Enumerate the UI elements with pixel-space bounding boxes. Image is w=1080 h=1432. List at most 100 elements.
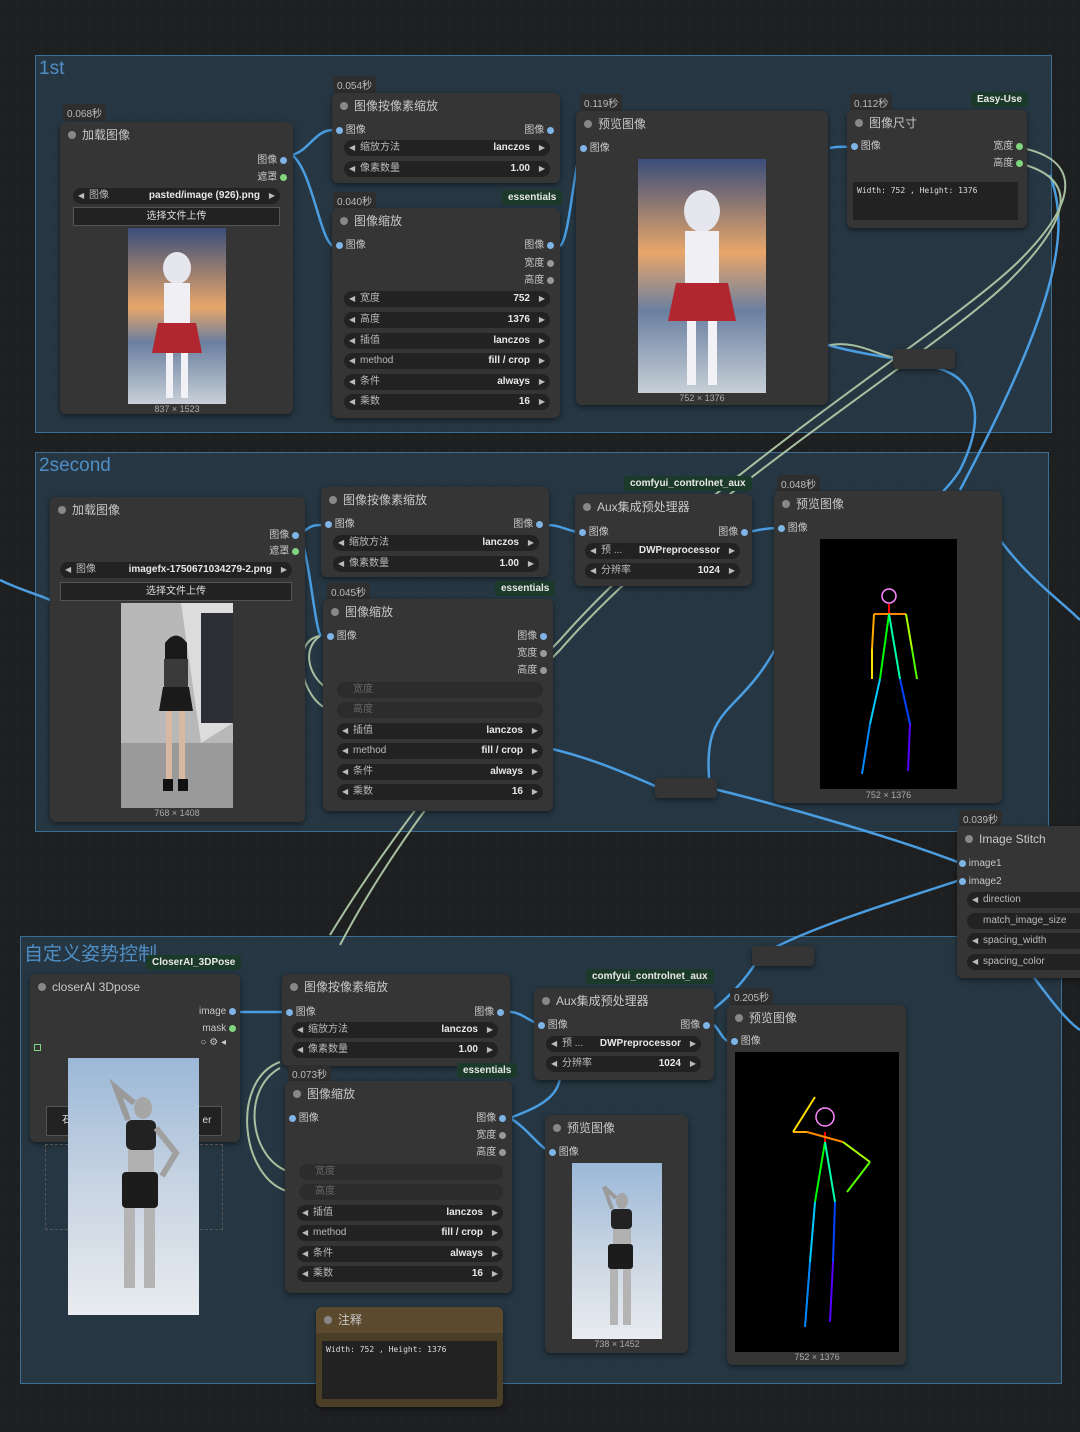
image-select[interactable]: ◀ 图像 pasted/image (926).png ▶ (73, 188, 280, 204)
match-image-size-toggle[interactable]: match_image_size (967, 913, 1080, 929)
reroute-node[interactable] (893, 349, 955, 369)
input-image[interactable]: 图像 (580, 142, 610, 156)
interpolation-select[interactable]: ◀ 插值 lanczos ▶ (297, 1205, 503, 1221)
scale-method-select[interactable]: ◀ 缩放方法 lanczos ▶ (292, 1022, 498, 1038)
input-image[interactable]: 图像 (336, 239, 366, 253)
output-image[interactable]: 图像 (524, 124, 554, 138)
width-input-linked[interactable]: 宽度 (299, 1164, 503, 1180)
preview-image-node[interactable]: 预览图像 图像 752 × 1376 (576, 111, 828, 405)
input-image[interactable]: 图像 (851, 140, 881, 154)
upload-button[interactable]: 选择文件上传 (60, 582, 292, 601)
multiple-input[interactable]: ◀ 乘数 16 ▶ (297, 1266, 503, 1282)
image-scale-by-pixels-node[interactable]: 图像按像素缩放 图像 图像 ◀ 缩放方法 lanczos ▶ ◀ 像素数量 1.00 ▶ (282, 974, 510, 1066)
load-image-node[interactable]: 加载图像 图像 遮罩 ◀ 图像 imagefx-1750671034279-2.pn… (50, 497, 305, 822)
output-image[interactable]: 图像 (680, 1019, 710, 1033)
aux-preprocessor-node[interactable]: Aux集成预处理器 图像 图像 ◀ 预 ... DWPreprocessor ▶ ◀ 分… (575, 494, 752, 586)
method-select[interactable]: ◀ method fill / crop ▶ (344, 353, 550, 369)
output-image[interactable]: 图像 (517, 630, 547, 644)
output-image[interactable]: 图像 (718, 526, 748, 540)
output-height[interactable]: 高度 (524, 274, 554, 288)
condition-select[interactable]: ◀ 条件 always ▶ (297, 1246, 503, 1262)
spacing-width-input[interactable]: ◀ spacing_width (967, 933, 1080, 949)
height-input-linked[interactable]: 高度 (299, 1184, 503, 1200)
interpolation-select[interactable]: ◀ 插值 lanczos ▶ (344, 333, 550, 349)
multiple-input[interactable]: ◀ 乘数 16 ▶ (344, 394, 550, 410)
input-image2[interactable]: image2 (959, 875, 1002, 889)
optional-input[interactable] (34, 1044, 41, 1051)
input-image[interactable]: 图像 (778, 522, 808, 536)
upload-button[interactable]: 选择文件上传 (73, 207, 280, 226)
image-size-caption: 768 × 1408 (154, 808, 200, 818)
input-image[interactable]: 图像 (579, 526, 609, 540)
megapixels-input[interactable]: ◀ 像素数量 1.00 ▶ (344, 161, 550, 177)
input-image1[interactable]: image1 (959, 857, 1002, 871)
resolution-input[interactable]: ◀ 分辨率 1024 ▶ (546, 1056, 701, 1072)
output-mask[interactable]: 遮罩 (269, 545, 299, 559)
multiple-input[interactable]: ◀ 乘数 16 ▶ (337, 784, 543, 800)
preprocessor-select[interactable]: ◀ 预 ... DWPreprocessor ▶ (546, 1036, 701, 1052)
method-select[interactable]: ◀ method fill / crop ▶ (297, 1225, 503, 1241)
condition-select[interactable]: ◀ 条件 always ▶ (344, 374, 550, 390)
preprocessor-select[interactable]: ◀ 预 ... DWPreprocessor ▶ (585, 543, 740, 559)
toolbar-icons[interactable]: ○ ⚙ ◂ (200, 1036, 226, 1050)
input-image[interactable]: 图像 (327, 630, 357, 644)
image-resize-node[interactable]: 图像缩放 图像 图像 宽度 高度 ◀ 宽度 752 ▶ ◀ 高度 1376 ▶ ◀ 插值 lan… (332, 208, 560, 418)
resolution-input[interactable]: ◀ 分辨率 1024 ▶ (585, 563, 740, 579)
input-image[interactable]: 图像 (289, 1112, 319, 1126)
output-image[interactable]: 图像 (513, 518, 543, 532)
output-mask[interactable]: 遮罩 (257, 171, 287, 185)
reroute-node[interactable] (752, 946, 814, 966)
direction-select[interactable]: ◀ direction (967, 892, 1080, 908)
3d-mannequin-image[interactable] (68, 1058, 199, 1315)
image-scale-by-pixels-node[interactable]: 图像按像素缩放 图像 图像 ◀ 缩放方法 lanczos ▶ ◀ 像素数量 1.00 ▶ (321, 487, 549, 577)
aux-preprocessor-node[interactable]: Aux集成预处理器 图像 图像 ◀ 预 ... DWPreprocessor ▶ ◀ 分… (534, 988, 714, 1080)
output-image[interactable]: 图像 (474, 1006, 504, 1020)
input-image[interactable]: 图像 (538, 1019, 568, 1033)
size-text-output[interactable]: Width: 752 , Height: 1376 (853, 182, 1018, 220)
height-input-linked[interactable]: 高度 (337, 702, 543, 718)
megapixels-input[interactable]: ◀ 像素数量 1.00 ▶ (333, 556, 539, 572)
height-input[interactable]: ◀ 高度 1376 ▶ (344, 312, 550, 328)
output-width[interactable]: 宽度 (517, 647, 547, 661)
output-mask[interactable]: mask (202, 1022, 236, 1036)
input-image[interactable]: 图像 (286, 1006, 316, 1020)
image-select[interactable]: ◀ 图像 imagefx-1750671034279-2.png ▶ (60, 562, 292, 578)
width-input-linked[interactable]: 宽度 (337, 682, 543, 698)
output-width[interactable]: 宽度 (993, 140, 1023, 154)
image-resize-node[interactable]: 图像缩放 图像 图像 宽度 高度 宽度 高度 ◀ 插值 lanczos ▶ ◀ meth… (285, 1081, 512, 1293)
spacing-color-select[interactable]: ◀ spacing_color (967, 954, 1080, 970)
execution-time: 0.045秒 (327, 583, 371, 600)
megapixels-input[interactable]: ◀ 像素数量 1.00 ▶ (292, 1042, 498, 1058)
output-height[interactable]: 高度 (476, 1146, 506, 1160)
output-image[interactable]: 图像 (257, 154, 287, 168)
note-node[interactable]: 注释 Width: 752 , Height: 1376 (316, 1307, 503, 1407)
input-image[interactable]: 图像 (731, 1035, 761, 1049)
width-input[interactable]: ◀ 宽度 752 ▶ (344, 291, 550, 307)
input-image[interactable]: 图像 (549, 1146, 579, 1160)
output-width[interactable]: 宽度 (476, 1129, 506, 1143)
image-scale-by-pixels-node[interactable]: 图像按像素缩放 图像 图像 ◀ 缩放方法 lanczos ▶ ◀ 像素数量 1.00 ▶ (332, 93, 560, 183)
reroute-node[interactable] (655, 778, 717, 798)
load-image-node[interactable]: 加载图像 图像 遮罩 ◀ 图像 pasted/image (926).png ▶ 选择… (60, 122, 293, 414)
preview-image-node[interactable]: 预览图像 图像 738 × 1452 (545, 1115, 688, 1353)
image-resize-node[interactable]: 图像缩放 图像 图像 宽度 高度 宽度 高度 ◀ 插值 lanczos ▶ ◀ meth… (323, 599, 553, 811)
scale-method-select[interactable]: ◀ 缩放方法 lanczos ▶ (333, 535, 539, 551)
image-size-node[interactable]: 图像尺寸 图像 宽度 高度 Width: 752 , Height: 1376 (847, 110, 1027, 228)
output-image[interactable]: 图像 (524, 239, 554, 253)
note-text[interactable]: Width: 752 , Height: 1376 (322, 1341, 497, 1399)
image-stitch-node[interactable]: Image Stitch image1 image2 ◀ direction ma… (957, 826, 1080, 978)
interpolation-select[interactable]: ◀ 插值 lanczos ▶ (337, 723, 543, 739)
preview-image-node[interactable]: 预览图像 图像 752 × 1376 (774, 491, 1002, 803)
condition-select[interactable]: ◀ 条件 always ▶ (337, 764, 543, 780)
output-image[interactable]: 图像 (269, 529, 299, 543)
input-image[interactable]: 图像 (325, 518, 355, 532)
input-image[interactable]: 图像 (336, 124, 366, 138)
output-image[interactable]: 图像 (476, 1112, 506, 1126)
output-height[interactable]: 高度 (993, 157, 1023, 171)
output-width[interactable]: 宽度 (524, 257, 554, 271)
output-image[interactable]: image (199, 1005, 236, 1019)
method-select[interactable]: ◀ method fill / crop ▶ (337, 743, 543, 759)
preview-image-node[interactable]: 预览图像 图像 752 × 1376 (727, 1005, 906, 1365)
scale-method-select[interactable]: ◀ 缩放方法 lanczos ▶ (344, 140, 550, 156)
output-height[interactable]: 高度 (517, 664, 547, 678)
